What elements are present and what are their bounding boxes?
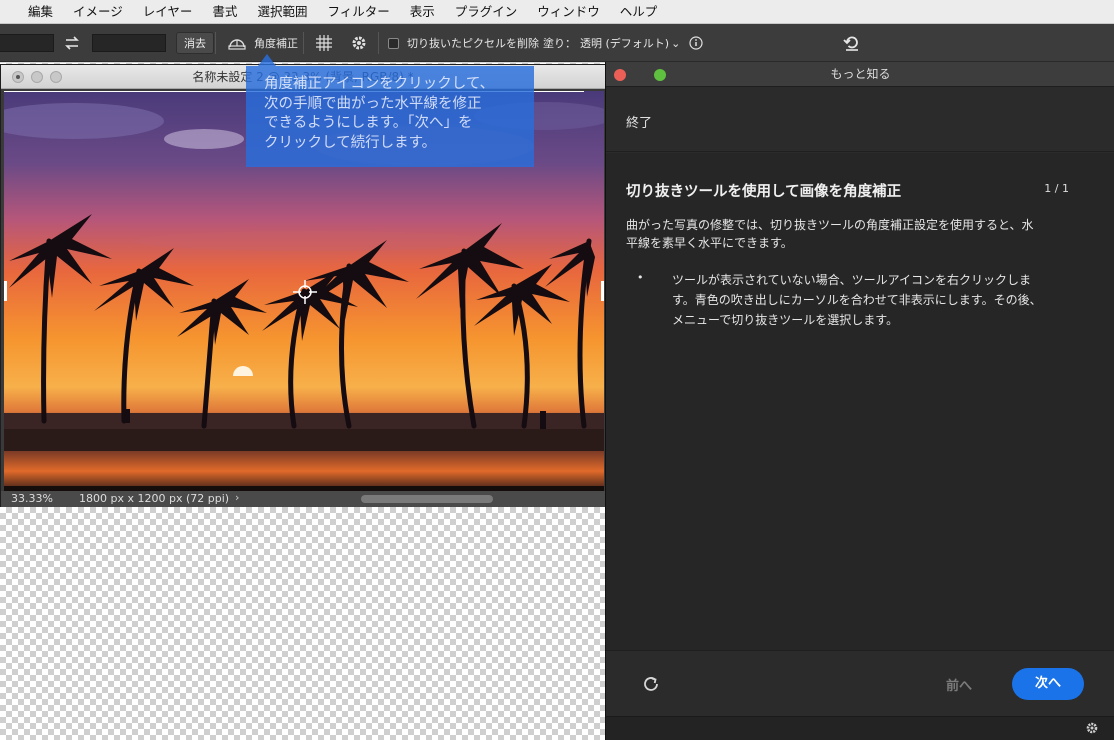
delete-cropped-checkbox[interactable] xyxy=(388,37,399,49)
menu-filter[interactable]: フィルター xyxy=(317,0,399,24)
tooltip-line: 角度補正アイコンをクリックして、 xyxy=(264,76,495,92)
bullet-line: す。青色の吹き出しにカーソルを合わせて非表示にします。その後、 xyxy=(672,293,1042,307)
delete-cropped-label: 切り抜いたピクセルを削除 xyxy=(407,37,539,50)
intro-text: 曲がった写真の修整では、切り抜きツールの角度補正設定を使用すると、水 平線を素早… xyxy=(626,216,1096,252)
exit-button[interactable]: 終了 xyxy=(626,112,652,131)
tooltip-line: クリックして続行します。 xyxy=(264,134,437,151)
clear-button[interactable]: 消去 xyxy=(176,32,214,54)
bullet-line: ツールが表示されていない場合、ツールアイコンを右クリックしま xyxy=(672,273,1032,287)
bullet-text: ツールが表示されていない場合、ツールアイコンを右クリックしま す。青色の吹き出し… xyxy=(672,270,1092,330)
coach-tooltip[interactable]: 角度補正アイコンをクリックして、 次の手順で曲がった水平線を修正 できるようにし… xyxy=(246,66,534,167)
document-statusbar: 33.33% 1800 px x 1200 px (72 ppi) › xyxy=(1,491,605,507)
menu-select[interactable]: 選択範囲 xyxy=(247,0,317,24)
menu-edit[interactable]: 編集 xyxy=(0,0,63,24)
menu-view[interactable]: 表示 xyxy=(400,0,445,24)
crop-cursor-icon xyxy=(293,280,317,304)
panel-title: もっと知る xyxy=(830,67,891,81)
divider xyxy=(215,32,216,54)
refresh-icon[interactable] xyxy=(642,675,660,696)
next-button[interactable]: 次へ xyxy=(1012,668,1084,700)
intro-line: 曲がった写真の修整では、切り抜きツールの角度補正設定を使用すると、水 xyxy=(626,218,1034,232)
info-icon[interactable] xyxy=(689,24,703,62)
prev-button[interactable]: 前へ xyxy=(946,675,972,694)
tutorial-heading: 切り抜きツールを使用して画像を角度補正 xyxy=(626,184,902,200)
panel-content: 切り抜きツールを使用して画像を角度補正 1 / 1 曲がった写真の修整では、切り… xyxy=(606,153,1114,650)
tooltip-line: 次の手順で曲がった水平線を修正 xyxy=(264,95,482,112)
page-indicator: 1 / 1 xyxy=(1044,182,1069,195)
zoom-level[interactable]: 33.33% xyxy=(11,492,53,505)
panel-zoom-button[interactable] xyxy=(654,69,666,81)
fill-select[interactable]: 透明 (デフォルト) ⌄ xyxy=(580,24,680,62)
settings-gear-icon[interactable] xyxy=(1085,721,1099,738)
bullet-dot: • xyxy=(637,271,644,284)
close-window-button[interactable] xyxy=(12,71,24,83)
divider xyxy=(303,32,304,54)
panel-footer: 前へ 次へ xyxy=(606,650,1114,716)
gear-icon[interactable] xyxy=(350,24,368,62)
panel-titlebar[interactable]: もっと知る xyxy=(606,62,1114,87)
intro-line: 平線を素早く水平にできます。 xyxy=(626,236,793,250)
menu-help[interactable]: ヘルプ xyxy=(610,0,668,24)
chevron-right-icon[interactable]: › xyxy=(235,491,239,504)
minimize-window-button[interactable] xyxy=(31,71,43,83)
width-field[interactable] xyxy=(0,34,54,52)
grid-overlay-icon[interactable] xyxy=(315,24,333,62)
chevron-down-icon: ⌄ xyxy=(671,36,681,50)
options-bar: 消去 角度補正 切り抜いたピクセルを削除 塗り： 透明 (デフォルト) ⌄ xyxy=(0,24,1114,62)
panel-header: 終了 xyxy=(606,88,1114,152)
menu-bar: 編集 イメージ レイヤー 書式 選択範囲 フィルター 表示 プラグイン ウィンド… xyxy=(0,0,1114,24)
bullet-line: メニューで切り抜きツールを選択します。 xyxy=(672,313,899,327)
undo-reset-icon[interactable] xyxy=(843,24,861,62)
menu-image[interactable]: イメージ xyxy=(63,0,133,24)
zoom-window-button[interactable] xyxy=(50,71,62,83)
divider xyxy=(378,32,379,54)
crop-handle-right[interactable] xyxy=(601,281,604,301)
height-field[interactable] xyxy=(92,34,166,52)
document-dimensions: 1800 px x 1200 px (72 ppi) xyxy=(79,492,230,505)
tooltip-arrow xyxy=(258,54,276,66)
panel-bottom-bar xyxy=(606,716,1114,740)
fill-select-value: 透明 (デフォルト) xyxy=(580,37,670,50)
crop-handle-left[interactable] xyxy=(4,281,7,301)
straighten-label: 角度補正 xyxy=(254,37,298,50)
menu-layer[interactable]: レイヤー xyxy=(133,0,203,24)
menu-window[interactable]: ウィンドウ xyxy=(527,0,610,24)
learn-panel: もっと知る 終了 切り抜きツールを使用して画像を角度補正 1 / 1 曲がった写… xyxy=(605,62,1114,740)
tooltip-line: できるようにします。「次へ」を xyxy=(264,115,473,131)
menu-plugins[interactable]: プラグイン xyxy=(445,0,528,24)
straighten-icon xyxy=(228,39,246,50)
horizontal-scrollbar[interactable] xyxy=(361,495,493,503)
menu-type[interactable]: 書式 xyxy=(202,0,247,24)
fill-label: 塗り： xyxy=(543,37,576,50)
swap-arrows-icon[interactable] xyxy=(64,24,82,62)
panel-close-button[interactable] xyxy=(614,69,626,81)
